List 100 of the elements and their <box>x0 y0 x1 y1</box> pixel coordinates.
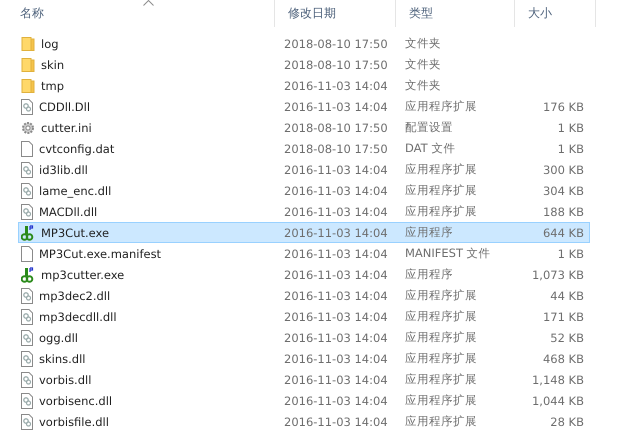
modified-date: 2016-11-03 14:04 <box>284 100 388 114</box>
file-row[interactable]: MACDll.dll 2016-11-03 14:04 应用程序扩展 188 KB <box>18 201 590 222</box>
file-size: 28 KB <box>550 414 584 428</box>
file-row[interactable]: MP3Cut.exe 2016-11-03 14:04 应用程序 644 KB <box>18 222 590 243</box>
file-type: DAT 文件 <box>405 141 456 156</box>
modified-date: 2016-11-03 14:04 <box>284 372 388 386</box>
file-row[interactable]: id3lib.dll 2016-11-03 14:04 应用程序扩展 300 KB <box>18 159 590 180</box>
column-label: 大小 <box>528 5 552 22</box>
file-row[interactable]: vorbis.dll 2016-11-03 14:04 应用程序扩展 1,148 KB <box>18 369 590 390</box>
file-size: 1,044 KB <box>532 394 584 408</box>
file-row[interactable]: mp3decdll.dll 2016-11-03 14:04 应用程序扩展 171 KB <box>18 306 590 327</box>
file-name: tmp <box>41 78 64 92</box>
file-size: 188 KB <box>542 204 584 218</box>
file-row[interactable]: mp3dec2.dll 2016-11-03 14:04 应用程序扩展 44 KB <box>18 285 590 306</box>
file-size: 644 KB <box>542 226 584 240</box>
file-type: 应用程序扩展 <box>405 204 477 219</box>
file-type: 应用程序扩展 <box>405 351 477 366</box>
modified-date: 2016-11-03 14:04 <box>284 204 388 218</box>
file-size: 44 KB <box>550 288 584 302</box>
gear-file-icon <box>21 288 33 304</box>
gear-file-icon <box>21 350 33 366</box>
column-header[interactable]: 名称 <box>7 0 275 27</box>
file-name: id3lib.dll <box>39 162 88 176</box>
modified-date: 2016-11-03 14:04 <box>284 414 388 428</box>
modified-date: 2016-11-03 14:04 <box>284 288 388 302</box>
file-row[interactable]: vorbisfile.dll 2016-11-03 14:04 应用程序扩展 28 KB <box>18 411 590 432</box>
file-name: vorbisfile.dll <box>39 414 109 428</box>
modified-date: 2016-11-03 14:04 <box>284 352 388 366</box>
file-name: vorbis.dll <box>39 372 92 386</box>
gear-file-icon <box>21 414 33 430</box>
file-row[interactable]: tmp 2016-11-03 14:04 文件夹 <box>18 75 590 96</box>
file-row[interactable]: lame_enc.dll 2016-11-03 14:04 应用程序扩展 304 KB <box>18 180 590 201</box>
gear-file-icon <box>21 182 33 198</box>
file-name: skin <box>41 58 64 72</box>
file-type: 应用程序 <box>405 225 453 240</box>
file-type: 应用程序扩展 <box>405 372 477 387</box>
file-row[interactable]: MP3Cut.exe.manifest 2016-11-03 14:04 MANIFEST 文件 1 KB <box>18 243 590 264</box>
file-icon <box>21 246 33 262</box>
modified-date: 2018-08-10 17:50 <box>284 58 388 72</box>
file-name: cutter.ini <box>41 120 92 134</box>
column-header[interactable]: 大小 <box>515 0 596 27</box>
modified-date: 2018-08-10 17:50 <box>284 120 388 134</box>
file-type: 应用程序 <box>405 267 453 282</box>
modified-date: 2016-11-03 14:04 <box>284 246 388 260</box>
file-type: 应用程序扩展 <box>405 288 477 303</box>
modified-date: 2018-08-10 17:50 <box>284 142 388 156</box>
folder-icon <box>21 56 35 72</box>
scissors-icon <box>21 224 35 240</box>
file-name: ogg.dll <box>39 330 78 344</box>
gear-icon <box>21 120 35 134</box>
file-row[interactable]: log 2018-08-10 17:50 文件夹 <box>18 33 590 54</box>
file-size: 304 KB <box>542 184 584 198</box>
file-type: 应用程序扩展 <box>405 330 477 345</box>
file-row[interactable]: ogg.dll 2016-11-03 14:04 应用程序扩展 52 KB <box>18 327 590 348</box>
file-row[interactable]: skins.dll 2016-11-03 14:04 应用程序扩展 468 KB <box>18 348 590 369</box>
file-name: mp3dec2.dll <box>39 288 110 302</box>
modified-date: 2016-11-03 14:04 <box>284 330 388 344</box>
modified-date: 2018-08-10 17:50 <box>284 36 388 50</box>
modified-date: 2016-11-03 14:04 <box>284 268 388 282</box>
file-name: CDDll.Dll <box>39 100 90 114</box>
file-name: mp3decdll.dll <box>39 310 117 324</box>
gear-file-icon <box>21 308 33 324</box>
gear-file-icon <box>21 392 33 408</box>
file-size: 171 KB <box>542 310 584 324</box>
file-row[interactable]: cutter.ini 2018-08-10 17:50 配置设置 1 KB <box>18 117 590 138</box>
column-header[interactable]: 修改日期 <box>275 0 396 27</box>
modified-date: 2016-11-03 14:04 <box>284 162 388 176</box>
file-row[interactable]: vorbisenc.dll 2016-11-03 14:04 应用程序扩展 1,044 KB <box>18 390 590 411</box>
file-size: 1,148 KB <box>532 372 584 386</box>
file-size: 1 KB <box>558 246 584 260</box>
file-name: skins.dll <box>39 352 86 366</box>
file-row[interactable]: CDDll.Dll 2016-11-03 14:04 应用程序扩展 176 KB <box>18 96 590 117</box>
file-name: log <box>41 36 59 50</box>
folder-icon <box>21 36 35 52</box>
file-type: 应用程序扩展 <box>405 309 477 324</box>
file-size: 1 KB <box>558 142 584 156</box>
modified-date: 2016-11-03 14:04 <box>284 78 388 92</box>
column-label: 名称 <box>20 5 44 22</box>
file-row[interactable]: mp3cutter.exe 2016-11-03 14:04 应用程序 1,073 KB <box>18 264 590 285</box>
file-row[interactable]: skin 2018-08-10 17:50 文件夹 <box>18 54 590 75</box>
file-name: MACDll.dll <box>39 204 98 218</box>
file-icon <box>21 140 33 156</box>
modified-date: 2016-11-03 14:04 <box>284 394 388 408</box>
file-name: cvtconfig.dat <box>39 142 114 156</box>
file-name: lame_enc.dll <box>39 184 112 198</box>
file-type: 应用程序扩展 <box>405 99 477 114</box>
file-type: 配置设置 <box>405 120 453 135</box>
file-row[interactable]: cvtconfig.dat 2018-08-10 17:50 DAT 文件 1 KB <box>18 138 590 159</box>
gear-file-icon <box>21 330 33 346</box>
modified-date: 2016-11-03 14:04 <box>284 310 388 324</box>
column-header[interactable]: 类型 <box>396 0 515 27</box>
gear-file-icon <box>21 372 33 388</box>
file-name: MP3Cut.exe <box>41 226 110 240</box>
file-size: 176 KB <box>542 100 584 114</box>
scissors-icon <box>21 266 35 282</box>
modified-date: 2016-11-03 14:04 <box>284 184 388 198</box>
file-type: MANIFEST 文件 <box>405 246 491 261</box>
file-type: 应用程序扩展 <box>405 414 477 429</box>
file-name: MP3Cut.exe.manifest <box>39 246 162 260</box>
file-size: 1 KB <box>558 120 584 134</box>
